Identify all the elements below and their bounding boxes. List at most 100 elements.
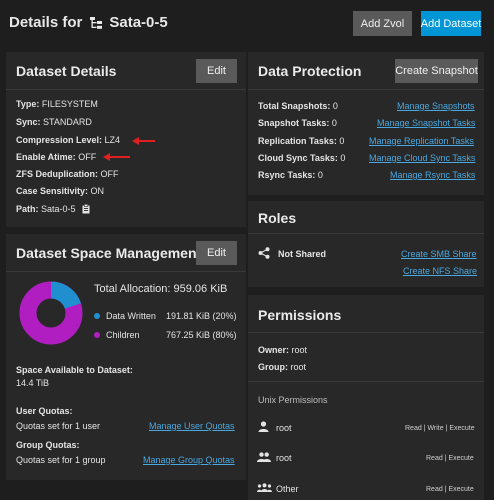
space-available-label: Space Available to Dataset: — [16, 365, 133, 375]
protection-row: Snapshot Tasks: 0 — [258, 118, 337, 128]
manage-cloud-sync-tasks-link[interactable]: Manage Cloud Sync Tasks — [369, 153, 475, 163]
dataset-details-title: Dataset Details — [16, 63, 117, 79]
roles-card: Roles Not Shared Create SMB Share Create… — [248, 201, 484, 287]
permission-entry-name: root — [276, 423, 292, 433]
group-row: Group: root — [258, 362, 306, 372]
replication-tasks-value: 0 — [339, 136, 345, 146]
type-key: Type: — [16, 99, 40, 109]
total-snapshots-value: 0 — [332, 101, 338, 111]
total-allocation-value: 959.06 KiB — [173, 283, 228, 295]
case-key: Case Sensitivity: — [16, 186, 89, 196]
create-snapshot-button[interactable]: Create Snapshot — [395, 59, 478, 83]
total-allocation-label: Total Allocation: — [94, 283, 171, 295]
divider — [248, 233, 484, 234]
create-smb-share-link[interactable]: Create SMB Share — [401, 249, 477, 259]
protection-row: Cloud Sync Tasks: 0 — [258, 153, 345, 163]
dedup-key: ZFS Deduplication: — [16, 169, 98, 179]
type-row: Type: FILESYSTEM — [16, 99, 98, 109]
manage-group-quotas-link[interactable]: Manage Group Quotas — [143, 455, 235, 465]
manage-user-quotas-link[interactable]: Manage User Quotas — [149, 421, 235, 431]
space-donut-chart — [19, 281, 83, 345]
compression-row: Compression Level: LZ4 — [16, 135, 120, 145]
dataset-details-edit-button[interactable]: Edit — [196, 59, 237, 83]
group-quotas-value: Quotas set for 1 group — [16, 455, 106, 465]
space-available-value: 14.4 TiB — [16, 378, 50, 388]
atime-key: Enable Atime: — [16, 152, 76, 162]
cloud-sync-tasks-value: 0 — [340, 153, 346, 163]
permission-entry-name: Other — [276, 484, 299, 494]
legend-dot-icon — [94, 313, 100, 319]
dataset-tree-icon — [90, 16, 103, 29]
data-protection-title: Data Protection — [258, 63, 362, 79]
group-key: Group: — [258, 362, 288, 372]
owner-key: Owner: — [258, 345, 290, 355]
permission-entry-name: root — [276, 453, 292, 463]
space-edit-button[interactable]: Edit — [196, 241, 237, 265]
roles-title: Roles — [258, 210, 297, 226]
atime-row: Enable Atime: OFF — [16, 152, 96, 162]
permissions-card: Permissions Owner: root Group: root Unix… — [248, 295, 484, 500]
permissions-title: Permissions — [258, 307, 342, 323]
divider — [6, 89, 246, 90]
protection-row: Rsync Tasks: 0 — [258, 170, 323, 180]
case-row: Case Sensitivity: ON — [16, 186, 104, 196]
copy-clipboard-icon[interactable] — [82, 204, 90, 214]
divider — [248, 89, 484, 90]
unix-permissions-label: Unix Permissions — [258, 395, 328, 405]
permission-entry-perms: Read | Execute — [426, 455, 474, 462]
group-value: root — [290, 362, 307, 372]
annotation-arrow-icon — [103, 153, 130, 161]
manage-snapshots-link[interactable]: Manage Snapshots — [397, 101, 475, 111]
share-status: Not Shared — [278, 249, 327, 259]
group-quotas-label: Group Quotas: — [16, 440, 80, 450]
owner-value: root — [291, 345, 308, 355]
permission-entry-perms: Read | Execute — [426, 486, 474, 493]
protection-row: Total Snapshots: 0 — [258, 101, 338, 111]
annotation-arrow-icon — [132, 137, 155, 145]
dataset-details-card: Dataset Details Edit Type: FILESYSTEM Sy… — [6, 52, 246, 227]
others-icon — [257, 483, 272, 492]
compression-value: LZ4 — [104, 135, 121, 145]
case-value: ON — [90, 186, 105, 196]
space-management-card: Dataset Space Management Edit Total Allo… — [6, 234, 246, 480]
sync-row: Sync: STANDARD — [16, 117, 92, 127]
legend-value: 767.25 KiB (80%) — [166, 330, 237, 340]
user-quotas-label: User Quotas: — [16, 406, 73, 416]
space-management-title: Dataset Space Management — [16, 245, 202, 261]
dedup-row: ZFS Deduplication: OFF — [16, 169, 119, 179]
permission-entry-perms: Read | Write | Execute — [405, 425, 475, 432]
legend-children: Children — [94, 330, 140, 340]
dataset-name: Sata-0-5 — [109, 14, 168, 31]
user-quotas-value: Quotas set for 1 user — [16, 421, 101, 431]
page-header: Details for Sata-0-5 Add Zvol Add Datase… — [0, 0, 494, 44]
path-key: Path: — [16, 204, 39, 214]
legend-data-written: Data Written — [94, 311, 156, 321]
cloud-sync-tasks-key: Cloud Sync Tasks: — [258, 153, 338, 163]
add-zvol-button[interactable]: Add Zvol — [353, 11, 412, 36]
create-nfs-share-link[interactable]: Create NFS Share — [403, 266, 477, 276]
add-dataset-button[interactable]: Add Dataset — [421, 11, 481, 36]
rsync-tasks-value: 0 — [317, 170, 323, 180]
total-allocation: Total Allocation: 959.06 KiB — [94, 283, 227, 295]
atime-value: OFF — [78, 152, 97, 162]
legend-label: Data Written — [106, 311, 156, 321]
divider — [248, 332, 484, 333]
sync-value: STANDARD — [43, 117, 92, 127]
path-value: Sata-0-5 — [41, 204, 76, 214]
page-title-prefix: Details for — [9, 14, 83, 31]
snapshot-tasks-value: 0 — [331, 118, 337, 128]
divider — [248, 381, 484, 382]
divider — [6, 271, 246, 272]
legend-label: Children — [106, 330, 140, 340]
dedup-value: OFF — [100, 169, 119, 179]
manage-rsync-tasks-link[interactable]: Manage Rsync Tasks — [390, 170, 475, 180]
user-icon — [258, 421, 269, 432]
total-snapshots-key: Total Snapshots: — [258, 101, 331, 111]
page-title: Details for Sata-0-5 — [9, 14, 168, 31]
snapshot-tasks-key: Snapshot Tasks: — [258, 118, 330, 128]
manage-snapshot-tasks-link[interactable]: Manage Snapshot Tasks — [377, 118, 475, 128]
owner-row: Owner: root — [258, 345, 307, 355]
manage-replication-tasks-link[interactable]: Manage Replication Tasks — [369, 136, 474, 146]
rsync-tasks-key: Rsync Tasks: — [258, 170, 316, 180]
sync-key: Sync: — [16, 117, 41, 127]
